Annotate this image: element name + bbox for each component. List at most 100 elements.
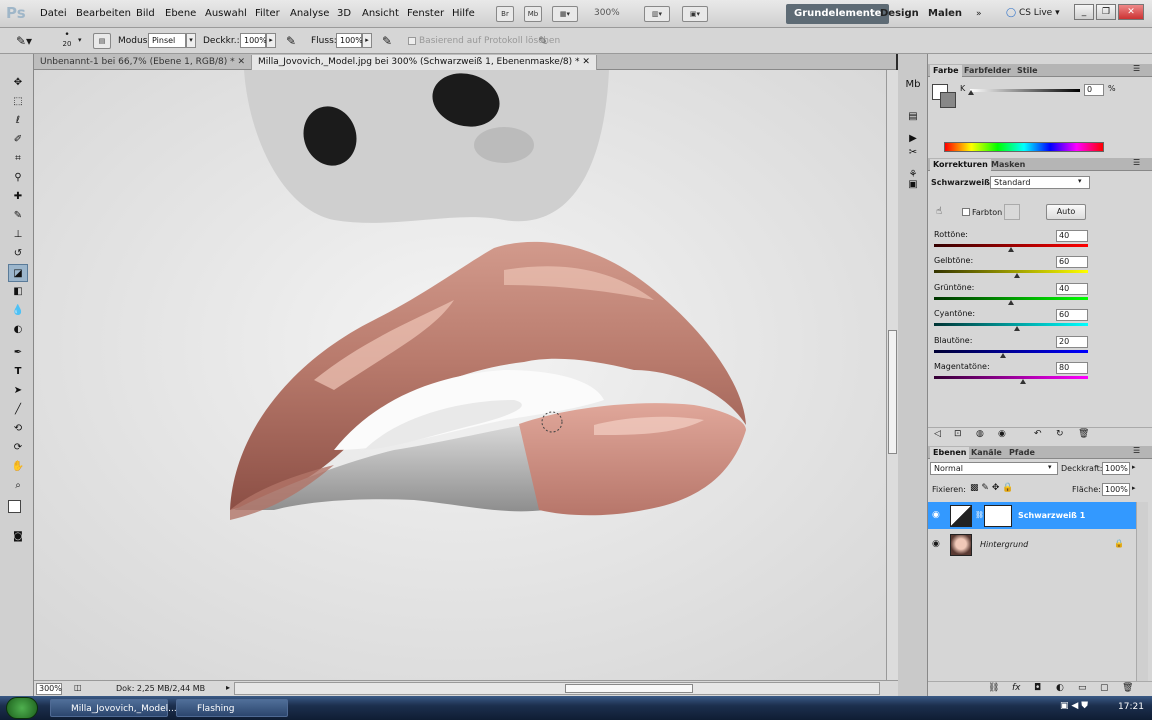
deckkraft-input[interactable]: 100%: [240, 33, 267, 48]
eraser-tool-icon[interactable]: ◪: [8, 264, 28, 282]
lock-pixels-icon[interactable]: ✎: [981, 483, 989, 493]
lock-transparency-icon[interactable]: ▩: [970, 483, 979, 493]
blend-dropdown-icon[interactable]: ▾: [1048, 463, 1052, 471]
adjust-panel-menu-icon[interactable]: ☰: [1133, 158, 1140, 167]
blautoene-thumb[interactable]: [1000, 353, 1007, 358]
airbrush-icon[interactable]: ✎: [382, 34, 392, 48]
gelbtoene-thumb[interactable]: [1014, 273, 1021, 278]
menu-hilfe[interactable]: Hilfe: [452, 8, 475, 19]
quick-mask-icon[interactable]: ◙: [8, 528, 28, 546]
horizontal-scroll-thumb[interactable]: [565, 684, 693, 693]
layer-name[interactable]: Schwarzweiß 1: [1018, 511, 1085, 520]
minimize-icon[interactable]: _: [1074, 4, 1094, 20]
zoom-level[interactable]: 300%: [594, 8, 620, 18]
taskbar-photoshop[interactable]: Milla_Jovovich,_Model...: [50, 699, 177, 717]
type-tool-icon[interactable]: T: [8, 363, 28, 381]
new-adjustment-icon[interactable]: ◐: [1056, 683, 1064, 693]
menu-datei[interactable]: Datei: [40, 8, 67, 19]
cyantoene-thumb[interactable]: [1014, 326, 1021, 331]
tab-ebenen[interactable]: Ebenen: [930, 447, 970, 459]
rottoene-input[interactable]: 40: [1056, 230, 1088, 242]
brush-tool-preset-icon[interactable]: ✎▾: [16, 34, 32, 48]
layer-mask-thumbnail[interactable]: [984, 505, 1012, 527]
path-select-tool-icon[interactable]: ➤: [8, 382, 28, 400]
layer-style-icon[interactable]: fx: [1012, 683, 1021, 693]
tab-kanaele[interactable]: Kanäle: [968, 447, 1005, 459]
targeted-adjust-icon[interactable]: ☝: [936, 206, 942, 217]
pressure-opacity-icon[interactable]: ✎: [286, 34, 296, 48]
document-canvas[interactable]: [34, 70, 887, 681]
history-checkbox[interactable]: [408, 37, 416, 45]
hand-tool-icon[interactable]: ✋: [8, 458, 28, 476]
tab-farbfelder[interactable]: Farbfelder: [961, 65, 1014, 77]
arrange-docs-icon[interactable]: ▥▾: [644, 6, 670, 22]
tray-security-icon[interactable]: ⛊: [1081, 701, 1088, 711]
taskbar-flashing[interactable]: Flashing: [176, 699, 288, 717]
stamp-tool-icon[interactable]: ⊥: [8, 226, 28, 244]
cyantoene-track[interactable]: [934, 323, 1088, 326]
tray-volume-icon[interactable]: ◀: [1071, 701, 1078, 711]
tab-close-icon[interactable]: ✕: [582, 57, 590, 67]
bridge-icon[interactable]: Br: [496, 6, 514, 22]
k-slider-track[interactable]: [970, 89, 1080, 92]
return-icon[interactable]: ◁: [934, 429, 941, 439]
tab-farbe[interactable]: Farbe: [930, 65, 962, 77]
view-mode-icon[interactable]: ⊡: [954, 429, 962, 439]
status-info-icon[interactable]: ◫: [74, 683, 82, 692]
line-tool-icon[interactable]: ╱: [8, 401, 28, 419]
auto-button[interactable]: Auto: [1046, 204, 1086, 220]
3d-rotate-tool-icon[interactable]: ⟲: [8, 420, 28, 438]
minibridge-panel-icon[interactable]: Mb: [904, 76, 922, 94]
k-slider-thumb[interactable]: [968, 90, 974, 95]
delete-adjust-icon[interactable]: 🗑: [1078, 429, 1089, 439]
cs-live-button[interactable]: ◯ CS Live ▾: [1006, 8, 1060, 18]
gelbtoene-input[interactable]: 60: [1056, 256, 1088, 268]
zoom-tool-icon[interactable]: ⌕: [8, 477, 28, 495]
blautoene-input[interactable]: 20: [1056, 336, 1088, 348]
lasso-tool-icon[interactable]: ℓ: [8, 112, 28, 130]
healing-tool-icon[interactable]: ✚: [8, 188, 28, 206]
view-extras-icon[interactable]: ▦▾: [552, 6, 578, 22]
preset-dropdown-icon[interactable]: ▾: [1078, 177, 1082, 185]
tab-pfade[interactable]: Pfade: [1006, 447, 1038, 459]
gradient-tool-icon[interactable]: ◧: [8, 283, 28, 301]
fill-slider-icon[interactable]: ▸: [1132, 484, 1136, 492]
tools-panel-icon[interactable]: ✂: [904, 144, 922, 162]
quick-select-tool-icon[interactable]: ✐: [8, 131, 28, 149]
marquee-tool-icon[interactable]: ⬚: [8, 93, 28, 111]
blend-mode-select[interactable]: Normal: [930, 462, 1058, 475]
opacity-slider-icon[interactable]: ▸: [1132, 463, 1136, 471]
cyantoene-input[interactable]: 60: [1056, 309, 1088, 321]
vertical-scroll-thumb[interactable]: [888, 330, 897, 454]
menu-filter[interactable]: Filter: [255, 8, 280, 19]
zoom-field[interactable]: 300%: [36, 683, 62, 695]
visibility-icon[interactable]: ◉: [998, 429, 1006, 439]
add-mask-icon[interactable]: ◘: [1034, 683, 1041, 693]
tab-korrekturen[interactable]: Korrekturen: [930, 159, 991, 171]
menu-fenster[interactable]: Fenster: [407, 8, 444, 19]
gelbtoene-track[interactable]: [934, 270, 1088, 273]
clip-layer-icon[interactable]: ◍: [976, 429, 984, 439]
previous-state-icon[interactable]: ↶: [1034, 429, 1042, 439]
history-brush-tool-icon[interactable]: ↺: [8, 245, 28, 263]
tray-network-icon[interactable]: ▣: [1060, 701, 1069, 711]
link-layers-icon[interactable]: ⛓: [988, 683, 999, 693]
menu-auswahl[interactable]: Auswahl: [205, 8, 247, 19]
color-bg-swatch[interactable]: [940, 92, 956, 108]
pen-tool-icon[interactable]: ✒: [8, 344, 28, 362]
new-layer-icon[interactable]: ▢: [1100, 683, 1109, 693]
dodge-tool-icon[interactable]: ◐: [8, 321, 28, 339]
vertical-scrollbar[interactable]: [886, 70, 898, 681]
menu-ansicht[interactable]: Ansicht: [362, 8, 399, 19]
modus-select[interactable]: Pinsel: [148, 33, 186, 48]
layer-visibility-icon[interactable]: ◉: [932, 510, 940, 520]
workspace-menu-icon[interactable]: »: [976, 9, 982, 19]
fluss-slider-icon[interactable]: ▸: [362, 33, 372, 48]
magentatoene-input[interactable]: 80: [1056, 362, 1088, 374]
lock-position-icon[interactable]: ✥: [992, 483, 1000, 493]
brush-tool-icon[interactable]: ✎: [8, 207, 28, 225]
layer-visibility-icon[interactable]: ◉: [932, 539, 940, 549]
rottoene-thumb[interactable]: [1008, 247, 1014, 252]
eyedropper-tool-icon[interactable]: ⚲: [8, 169, 28, 187]
layer-link-icon[interactable]: ⛓: [975, 511, 984, 519]
